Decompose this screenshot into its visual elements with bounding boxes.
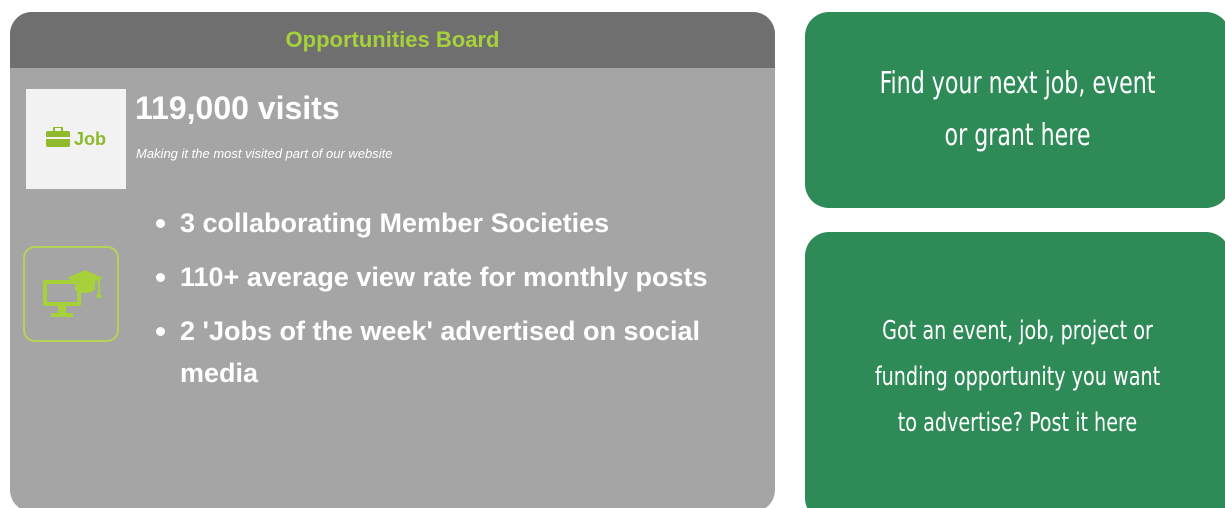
board-title: Opportunities Board <box>285 27 500 52</box>
visits-tagline: Making it the most visited part of our w… <box>136 146 393 161</box>
page: Opportunities Board Job 119,000 visits M… <box>0 0 1225 508</box>
job-logo-label: Job <box>73 128 106 149</box>
board-header: Opportunities Board <box>10 12 775 68</box>
briefcase-icon <box>45 125 70 152</box>
find-opportunity-button[interactable]: Find your next job, event or grant here <box>805 12 1225 208</box>
stats-item: 3 collaborating Member Societies <box>152 202 757 244</box>
post-opportunity-label: Got an event, job, project or funding op… <box>874 316 1161 438</box>
stats-item: 110+ average view rate for monthly posts <box>152 256 757 298</box>
find-opportunity-label: Find your next job, event or grant here <box>879 66 1156 153</box>
stats-item: 2 'Jobs of the week' advertised on socia… <box>152 310 757 394</box>
job-logo: Job <box>26 89 126 189</box>
opportunities-board-panel: Opportunities Board Job 119,000 visits M… <box>10 12 775 508</box>
post-opportunity-button[interactable]: Got an event, job, project or funding op… <box>805 232 1225 508</box>
stats-list: 3 collaborating Member Societies 110+ av… <box>152 202 757 406</box>
visits-count: 119,000 visits <box>135 90 340 126</box>
graduation-computer-icon <box>23 246 119 342</box>
